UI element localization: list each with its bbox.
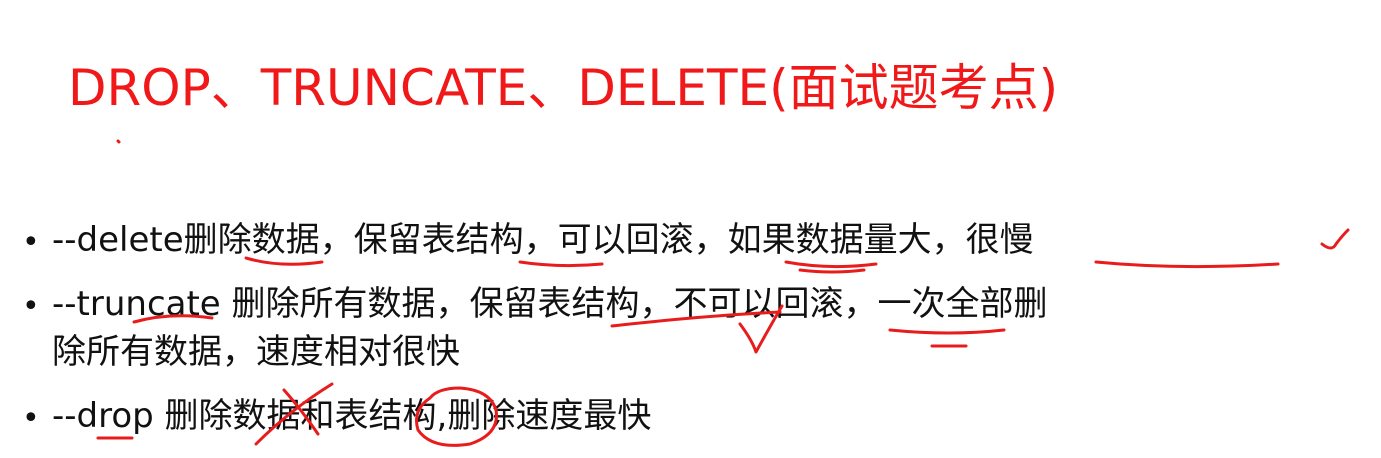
bullet-marker: •: [22, 289, 40, 324]
bullet-delete-text: --delete删除数据，保留表结构，可以回滚，如果数据量大，很慢: [52, 220, 1034, 260]
bullet-truncate-text-line-2: 除所有数据，速度相对很快: [52, 332, 460, 372]
bullet-truncate-text-line-1: --truncate 删除所有数据，保留表结构，不可以回滚，一次全部删: [52, 284, 1048, 324]
slide: DROP、TRUNCATE、DELETE(面试题考点) • --delete删除…: [0, 0, 1381, 458]
bullet-drop-text: --drop 删除数据和表结构,删除速度最快: [52, 396, 652, 436]
bullet-marker: •: [22, 401, 40, 436]
bullet-marker: •: [22, 225, 40, 260]
bullet-list: • --delete删除数据，保留表结构，可以回滚，如果数据量大，很慢 • --…: [0, 0, 1381, 458]
